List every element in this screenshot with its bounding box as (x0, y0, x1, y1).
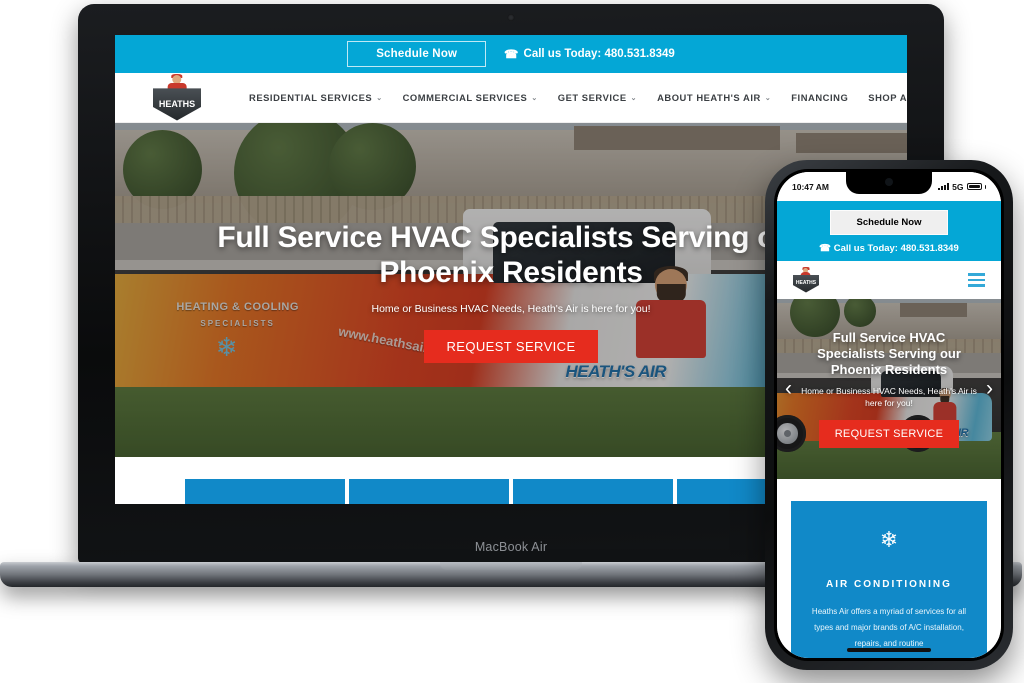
carousel-prev-icon[interactable]: ‹ (785, 377, 792, 401)
main-navigation: HEATHS RESIDENTIAL SERVICES ⌄ COMMERCIAL… (115, 73, 907, 123)
logo-badge: HEATHS (793, 275, 819, 293)
hamburger-menu-icon[interactable] (968, 273, 985, 287)
mobile-request-service-button[interactable]: REQUEST SERVICE (818, 420, 960, 449)
mobile-hero-banner: HEATH'S AIR Full Service HVAC Specialist… (777, 299, 1001, 479)
mobile-hero-headline: Full Service HVAC Specialists Serving ou… (817, 329, 961, 378)
request-service-button[interactable]: REQUEST SERVICE (424, 330, 598, 364)
mobile-hero-content: Full Service HVAC Specialists Serving ou… (777, 299, 1001, 479)
signal-bars-icon (938, 183, 950, 190)
nav-label: GET SERVICE (557, 92, 627, 103)
call-us-text: Call us Today: 480.531.8349 (523, 48, 675, 60)
phone-icon: ☎ (819, 243, 832, 254)
mobile-call-us-link[interactable]: ☎ Call us Today: 480.531.8349 (777, 243, 1001, 254)
chevron-down-icon: ⌄ (764, 94, 772, 102)
network-label: 5G (952, 181, 964, 192)
hero-headline: Full Service HVAC Specialists Serving ou… (217, 220, 805, 289)
nav-label: ABOUT HEATH'S AIR (657, 92, 761, 103)
nav-item-residential-services[interactable]: RESIDENTIAL SERVICES ⌄ (249, 92, 383, 103)
brand-logo[interactable]: HEATHS (153, 73, 201, 121)
nav-item-shop-ac-filters[interactable]: SHOP AC FILTERS (868, 92, 907, 103)
phone-screen: 10:47 AM 5G Schedule Now ☎ Call us Today… (777, 172, 1001, 658)
service-card-heating[interactable]: ▒ (349, 479, 509, 504)
call-us-link[interactable]: ☎ Call us Today: 480.531.8349 (504, 47, 675, 61)
nav-item-commercial-services[interactable]: COMMERCIAL SERVICES ⌄ (403, 92, 538, 103)
nav-items: RESIDENTIAL SERVICES ⌄ COMMERCIAL SERVIC… (249, 92, 907, 103)
chevron-down-icon: ⌄ (376, 94, 383, 102)
mobile-utility-bar: Schedule Now ☎ Call us Today: 480.531.83… (777, 201, 1001, 261)
phone-icon: ☎ (504, 49, 519, 61)
mobile-navigation: HEATHS (777, 261, 1001, 299)
service-card-air-conditioning[interactable]: ❄ (185, 479, 345, 504)
mobile-call-text: Call us Today: 480.531.8349 (833, 243, 959, 254)
phone-notch (846, 172, 932, 194)
nav-item-financing[interactable]: FINANCING (791, 92, 848, 103)
battery-icon (966, 182, 982, 191)
battery-tip-icon (984, 184, 986, 189)
chevron-down-icon: ⌄ (531, 94, 538, 102)
nav-item-about-heaths-air[interactable]: ABOUT HEATH'S AIR ⌄ (657, 92, 771, 103)
phone-frame: 10:47 AM 5G Schedule Now ☎ Call us Today… (765, 160, 1013, 670)
nav-label: SHOP AC FILTERS (868, 92, 907, 103)
nav-label: RESIDENTIAL SERVICES (249, 92, 373, 103)
nav-label: FINANCING (791, 92, 849, 103)
laptop-notch (440, 562, 582, 570)
front-camera-icon (885, 178, 893, 186)
logo-text: HEATHS (795, 280, 817, 287)
home-indicator (847, 648, 931, 652)
mobile-hero-subtext: Home or Business HVAC Needs, Heath's Air… (801, 385, 977, 409)
nav-item-get-service[interactable]: GET SERVICE ⌄ (558, 92, 637, 103)
mobile-services-section: ❄ AIR CONDITIONING Heaths Air offers a m… (777, 479, 1001, 658)
logo-text: HEATHS (158, 98, 196, 109)
utility-bar: Schedule Now ☎ Call us Today: 480.531.83… (115, 35, 907, 73)
status-time: 10:47 AM (792, 181, 830, 192)
service-card-air-conditioning[interactable]: ❄ AIR CONDITIONING Heaths Air offers a m… (791, 501, 987, 658)
hero-subtext: Home or Business HVAC Needs, Heath's Air… (371, 303, 651, 316)
iphone-mockup: 10:47 AM 5G Schedule Now ☎ Call us Today… (765, 160, 1013, 670)
service-card-title: AIR CONDITIONING (826, 579, 952, 590)
chevron-down-icon: ⌄ (630, 94, 638, 102)
service-card-body: Heaths Air offers a myriad of services f… (811, 607, 967, 648)
mobile-brand-logo[interactable]: HEATHS (793, 267, 819, 293)
nav-label: COMMERCIAL SERVICES (402, 92, 528, 103)
schedule-now-button[interactable]: Schedule Now (347, 41, 487, 67)
snowflake-icon: ❄ (879, 527, 899, 552)
carousel-next-icon[interactable]: › (986, 377, 993, 401)
webcam-icon (507, 14, 515, 21)
mockup-stage: Schedule Now ☎ Call us Today: 480.531.83… (0, 0, 1024, 683)
phone-bezel: 10:47 AM 5G Schedule Now ☎ Call us Today… (774, 169, 1004, 661)
mobile-schedule-now-button[interactable]: Schedule Now (829, 210, 949, 235)
service-card-air-quality[interactable]: ◡ (513, 479, 673, 504)
status-indicators: 5G (938, 182, 986, 192)
logo-badge: HEATHS (153, 88, 201, 121)
